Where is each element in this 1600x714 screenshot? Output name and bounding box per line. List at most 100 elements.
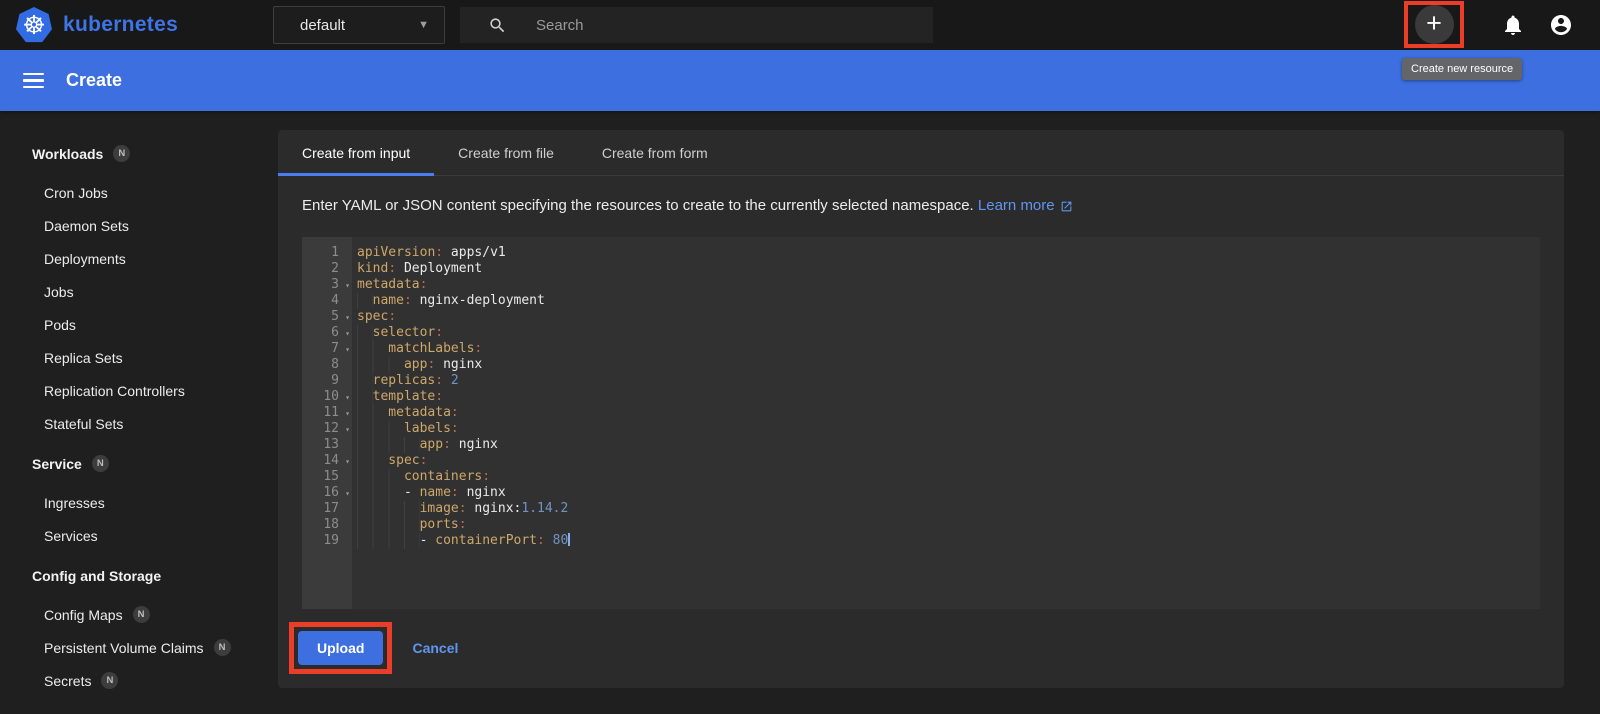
code-line-text: metadata:: [352, 405, 459, 421]
code-token: :: [482, 469, 491, 484]
code-token: :: [403, 293, 412, 308]
sidebar-item-label: Services: [44, 527, 98, 544]
kubernetes-logo-icon: ☸: [16, 7, 52, 43]
sidebar-section-label: Workloads: [32, 145, 104, 162]
sidebar-item-jobs[interactable]: Jobs: [0, 275, 278, 308]
code-token: :: [450, 405, 459, 420]
code-token: :: [450, 421, 459, 436]
account-button[interactable]: [1549, 13, 1573, 37]
learn-more-link[interactable]: Learn more: [978, 196, 1073, 216]
sidebar-item-label: Deployments: [44, 250, 126, 267]
line-number: 7 ▾: [331, 341, 350, 358]
text-cursor: [568, 533, 571, 546]
indent-guides: [357, 501, 420, 517]
code-token: :: [458, 501, 467, 516]
line-number: 17: [323, 501, 339, 516]
sidebar-section-config-and-storage[interactable]: Config and Storage: [0, 559, 278, 592]
code-line: 8 app: nginx: [302, 357, 1540, 373]
code-token: replicas: [372, 373, 436, 388]
create-highlight-box: +: [1404, 1, 1464, 48]
line-number: 4: [331, 293, 339, 308]
fold-marker-icon[interactable]: ▾: [345, 278, 350, 294]
fold-marker-icon[interactable]: ▾: [345, 454, 350, 470]
namespace-selector[interactable]: default ▼: [273, 6, 445, 44]
code-line: 2 kind: Deployment: [302, 261, 1540, 277]
notifications-button[interactable]: [1501, 13, 1525, 37]
code-token: :: [458, 517, 467, 532]
sidebar-item-secrets[interactable]: Secrets N: [0, 664, 278, 697]
sidebar-item-stateful-sets[interactable]: Stateful Sets: [0, 407, 278, 440]
fold-marker-icon[interactable]: ▾: [345, 342, 350, 358]
code-line-text: template:: [352, 389, 443, 405]
sidebar-item-cron-jobs[interactable]: Cron Jobs: [0, 176, 278, 209]
code-line-text: labels:: [352, 421, 459, 437]
sidebar-item-replication-controllers[interactable]: Replication Controllers: [0, 374, 278, 407]
sidebar-section-workloads[interactable]: Workloads N: [0, 137, 278, 170]
fold-marker-icon[interactable]: ▾: [345, 486, 350, 502]
fold-marker-icon[interactable]: ▾: [345, 406, 350, 422]
code-token: :: [435, 245, 444, 260]
fold-marker-icon[interactable]: ▾: [345, 326, 350, 342]
yaml-editor[interactable]: 1 apiVersion: apps/v1 2 kind: Deployment 3 ▾ m…: [302, 237, 1540, 609]
form-actions: Upload Cancel: [289, 622, 1540, 674]
code-line: 13 app: nginx: [302, 437, 1540, 453]
sidebar-item-ingresses[interactable]: Ingresses: [0, 486, 278, 519]
fold-marker-icon[interactable]: ▾: [345, 422, 350, 438]
create-card: Create from input Create from file Create …: [278, 130, 1564, 688]
code-line-text: replicas: 2: [352, 373, 459, 389]
menu-icon[interactable]: [21, 69, 46, 93]
tooltip-create-new-resource: Create new resource: [1402, 58, 1523, 80]
code-line-text: apiVersion: apps/v1: [352, 245, 506, 261]
upload-button[interactable]: Upload: [298, 631, 384, 665]
sidebar-item-config-maps[interactable]: Config Maps N: [0, 598, 278, 631]
line-number: 16 ▾: [323, 485, 350, 502]
search-input[interactable]: [534, 15, 874, 35]
code-token: apiVersion: [357, 245, 436, 260]
app-header: Create: [0, 50, 1600, 111]
code-area: 1 apiVersion: apps/v1 2 kind: Deployment 3 ▾ m…: [302, 237, 1540, 549]
sidebar-item-services[interactable]: Services: [0, 519, 278, 552]
line-number: 15: [323, 469, 339, 484]
sidebar-item-daemon-sets[interactable]: Daemon Sets: [0, 209, 278, 242]
code-line-text: - name: nginx: [352, 485, 506, 501]
brand[interactable]: ☸ kubernetes: [16, 7, 178, 43]
line-number: 14 ▾: [323, 453, 350, 470]
code-token: containerPort: [435, 533, 538, 548]
instruction-body: Enter YAML or JSON content specifying th…: [302, 197, 974, 214]
line-number: 2: [331, 261, 339, 276]
code-token: metadata: [357, 277, 420, 292]
tab-create-from-form[interactable]: Create from form: [578, 130, 732, 175]
indent-guides: [357, 517, 420, 533]
code-line: 19 - containerPort: 80: [302, 533, 1540, 549]
sidebar-item-pods[interactable]: Pods: [0, 308, 278, 341]
sidebar-item-persistent-volume-claims[interactable]: Persistent Volume Claims N: [0, 631, 278, 664]
code-line-text: containers:: [352, 469, 490, 485]
cancel-button[interactable]: Cancel: [412, 640, 458, 656]
line-number: 3 ▾: [331, 277, 350, 294]
fold-marker-icon[interactable]: ▾: [345, 390, 350, 406]
tab-create-from-file[interactable]: Create from file: [434, 130, 578, 175]
indent-guides: [357, 485, 404, 501]
search-bar[interactable]: [460, 7, 933, 43]
sidebar-item-deployments[interactable]: Deployments: [0, 242, 278, 275]
new-badge: N: [132, 606, 150, 623]
content: Workloads N Cron Jobs Daemon Sets Deployment…: [0, 111, 1600, 714]
code-token: nginx: [450, 437, 498, 452]
indent-guides: [357, 453, 389, 469]
new-badge: N: [113, 145, 131, 162]
fold-marker-icon[interactable]: ▾: [345, 310, 350, 326]
sidebar-item-label: Replication Controllers: [44, 382, 185, 399]
code-line: 5 ▾ spec:: [302, 309, 1540, 325]
tab-create-from-input[interactable]: Create from input: [278, 130, 435, 176]
code-line-text: app: nginx: [352, 357, 482, 373]
code-token: kind: [357, 261, 389, 276]
sidebar-item-replica-sets[interactable]: Replica Sets: [0, 341, 278, 374]
line-number: 13: [323, 437, 339, 452]
sidebar-section-service[interactable]: Service N: [0, 447, 278, 480]
code-line: 12 ▾ labels:: [302, 421, 1540, 437]
sidebar-item-label: Config Maps: [44, 606, 123, 623]
create-new-resource-button[interactable]: +: [1414, 5, 1454, 44]
sidebar-item-label: Replica Sets: [44, 349, 123, 366]
code-line-text: image: nginx:1.14.2: [352, 501, 568, 517]
